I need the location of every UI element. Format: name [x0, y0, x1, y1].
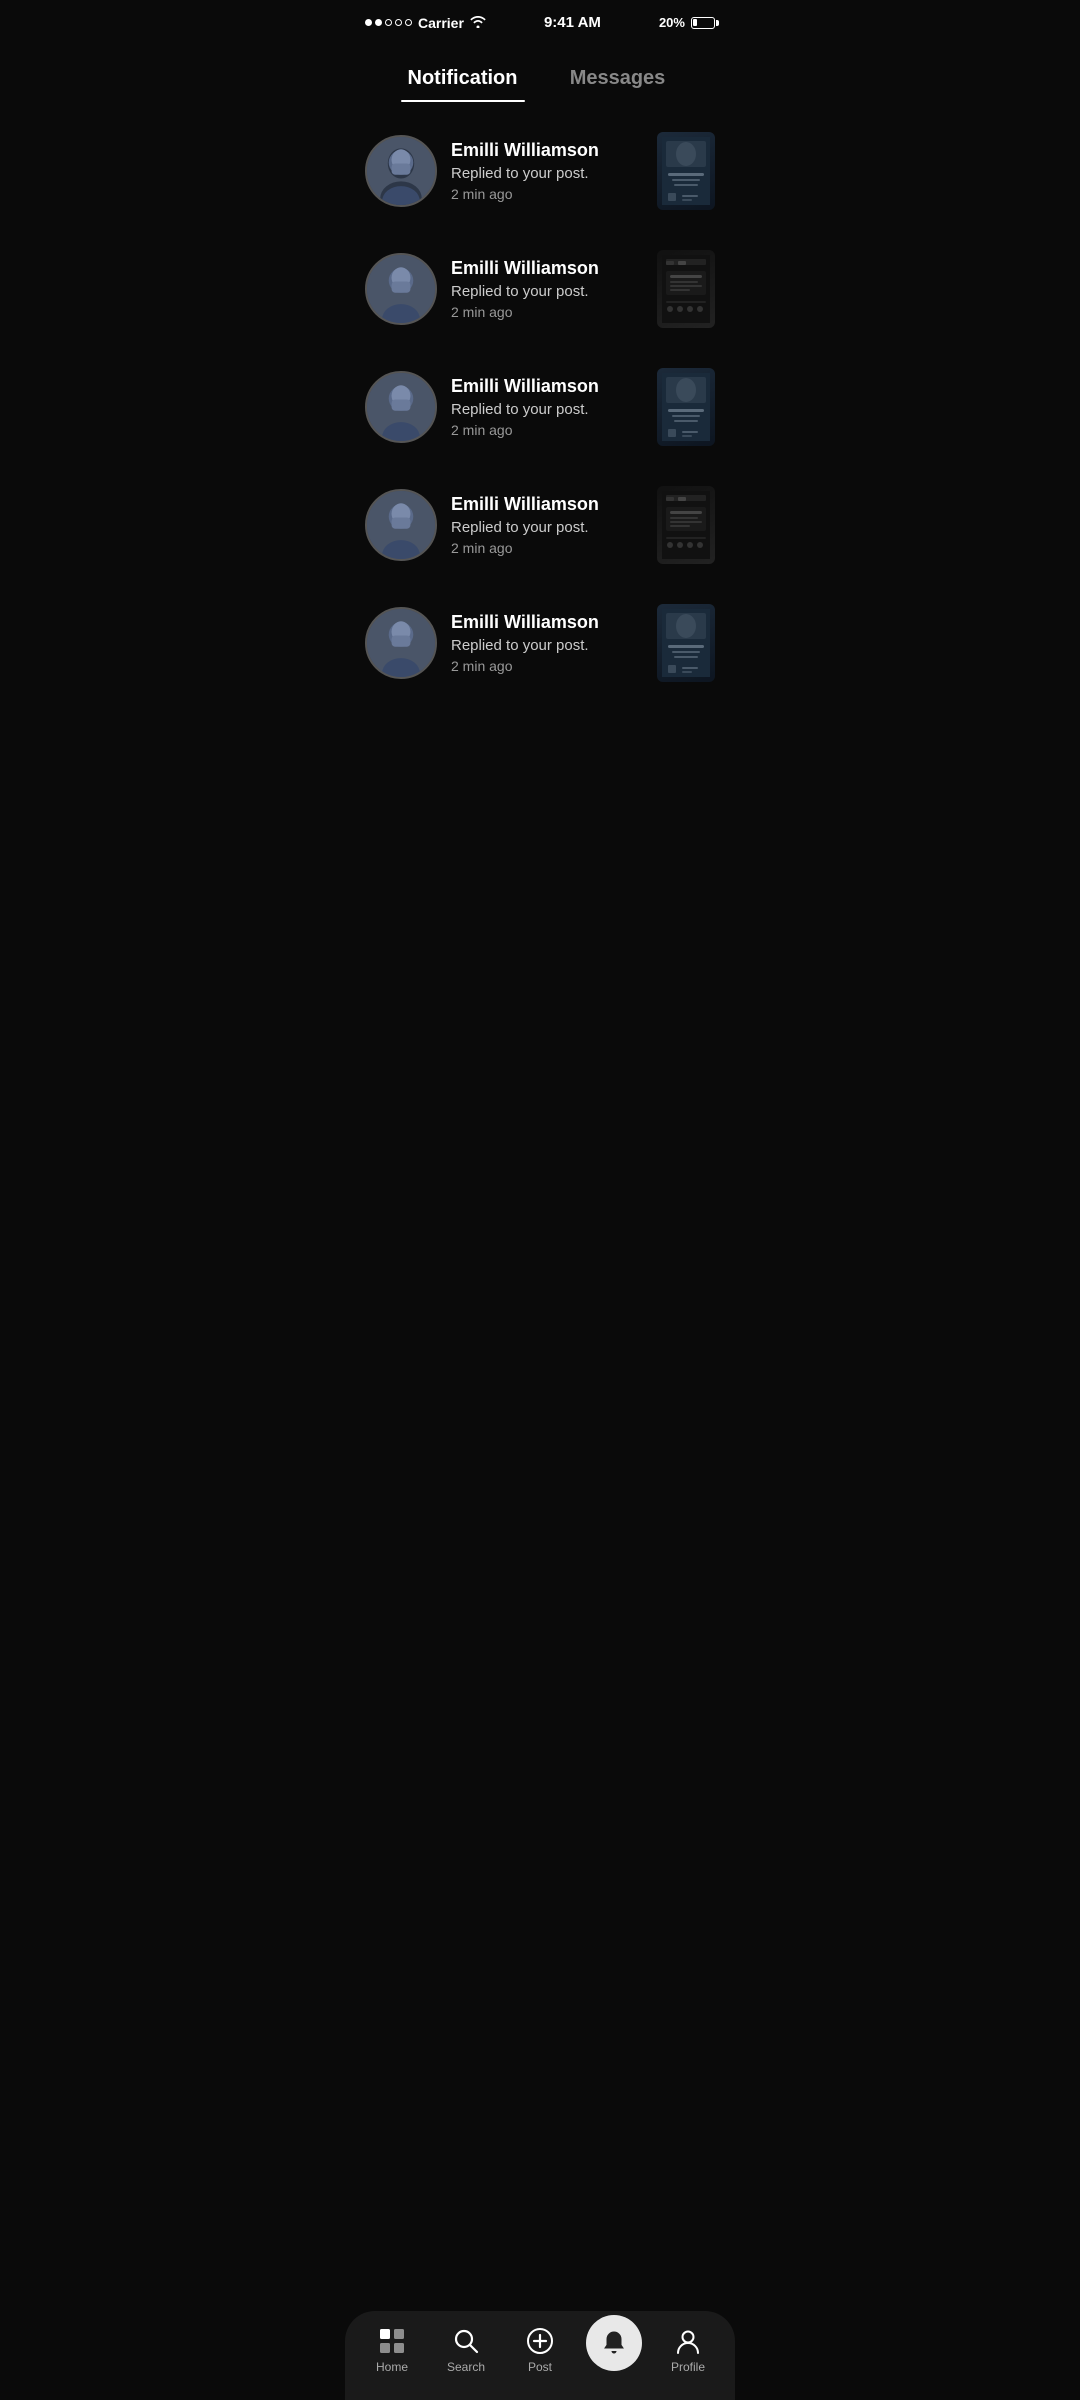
thumb-inner	[657, 604, 715, 682]
notif-action: Replied to your post.	[451, 401, 643, 418]
notif-time: 2 min ago	[451, 304, 643, 320]
nav-item-notification[interactable]	[577, 2325, 651, 2376]
notification-item[interactable]: Emilli Williamson Replied to your post. …	[345, 112, 735, 230]
notification-item[interactable]: Emilli Williamson Replied to your post. …	[345, 348, 735, 466]
thumb-inner	[657, 486, 715, 564]
home-icon	[378, 2327, 406, 2355]
thumb-inner	[657, 368, 715, 446]
avatar	[365, 489, 437, 561]
battery-bar	[691, 17, 715, 29]
bottom-nav: Home Search Post	[345, 2311, 735, 2400]
notif-action: Replied to your post.	[451, 283, 643, 300]
wifi-icon	[470, 15, 486, 31]
notif-time: 2 min ago	[451, 422, 643, 438]
nav-label-home: Home	[376, 2360, 408, 2374]
signal-dot-2	[375, 19, 382, 26]
post-thumbnail	[657, 368, 715, 446]
notification-item[interactable]: Emilli Williamson Replied to your post. …	[345, 466, 735, 584]
nav-item-home[interactable]: Home	[355, 2327, 429, 2374]
notif-action: Replied to your post.	[451, 637, 643, 654]
notif-name: Emilli Williamson	[451, 258, 643, 279]
avatar	[365, 371, 437, 443]
notification-item[interactable]: Emilli Williamson Replied to your post. …	[345, 584, 735, 702]
battery-fill	[693, 19, 697, 26]
notif-time: 2 min ago	[451, 658, 643, 674]
battery-percent: 20%	[659, 15, 685, 30]
notification-content: Emilli Williamson Replied to your post. …	[451, 140, 643, 202]
bell-active-bg	[586, 2315, 642, 2371]
notifications-list: Emilli Williamson Replied to your post. …	[345, 102, 735, 712]
signal-dot-1	[365, 19, 372, 26]
signal-dots	[365, 19, 412, 26]
status-time: 9:41 AM	[544, 14, 601, 31]
tab-notification[interactable]: Notification	[385, 57, 540, 102]
notif-time: 2 min ago	[451, 186, 643, 202]
post-thumbnail	[657, 604, 715, 682]
notif-name: Emilli Williamson	[451, 494, 643, 515]
status-bar: Carrier 9:41 AM 20%	[345, 0, 735, 37]
nav-label-profile: Profile	[671, 2360, 705, 2374]
thumb-inner	[657, 250, 715, 328]
status-left: Carrier	[365, 15, 486, 31]
nav-item-post[interactable]: Post	[503, 2327, 577, 2374]
tabs-container: Notification Messages	[345, 37, 735, 102]
notification-item[interactable]: Emilli Williamson Replied to your post. …	[345, 230, 735, 348]
avatar	[365, 135, 437, 207]
notification-content: Emilli Williamson Replied to your post. …	[451, 612, 643, 674]
signal-dot-3	[385, 19, 392, 26]
nav-label-search: Search	[447, 2360, 485, 2374]
notification-content: Emilli Williamson Replied to your post. …	[451, 258, 643, 320]
notif-action: Replied to your post.	[451, 519, 643, 536]
notif-action: Replied to your post.	[451, 165, 643, 182]
thumb-inner	[657, 132, 715, 210]
post-thumbnail	[657, 250, 715, 328]
notif-name: Emilli Williamson	[451, 612, 643, 633]
profile-icon	[674, 2327, 702, 2355]
notif-name: Emilli Williamson	[451, 376, 643, 397]
battery-indicator	[691, 17, 715, 29]
signal-dot-5	[405, 19, 412, 26]
nav-item-search[interactable]: Search	[429, 2327, 503, 2374]
avatar	[365, 607, 437, 679]
avatar	[365, 253, 437, 325]
notif-time: 2 min ago	[451, 540, 643, 556]
notification-content: Emilli Williamson Replied to your post. …	[451, 494, 643, 556]
notif-name: Emilli Williamson	[451, 140, 643, 161]
status-right: 20%	[659, 15, 715, 30]
nav-item-profile[interactable]: Profile	[651, 2327, 725, 2374]
post-thumbnail	[657, 132, 715, 210]
nav-label-post: Post	[528, 2360, 552, 2374]
carrier-label: Carrier	[418, 15, 464, 31]
signal-dot-4	[395, 19, 402, 26]
post-icon	[526, 2327, 554, 2355]
post-thumbnail	[657, 486, 715, 564]
notification-content: Emilli Williamson Replied to your post. …	[451, 376, 643, 438]
search-icon	[452, 2327, 480, 2355]
tab-messages[interactable]: Messages	[540, 57, 695, 102]
